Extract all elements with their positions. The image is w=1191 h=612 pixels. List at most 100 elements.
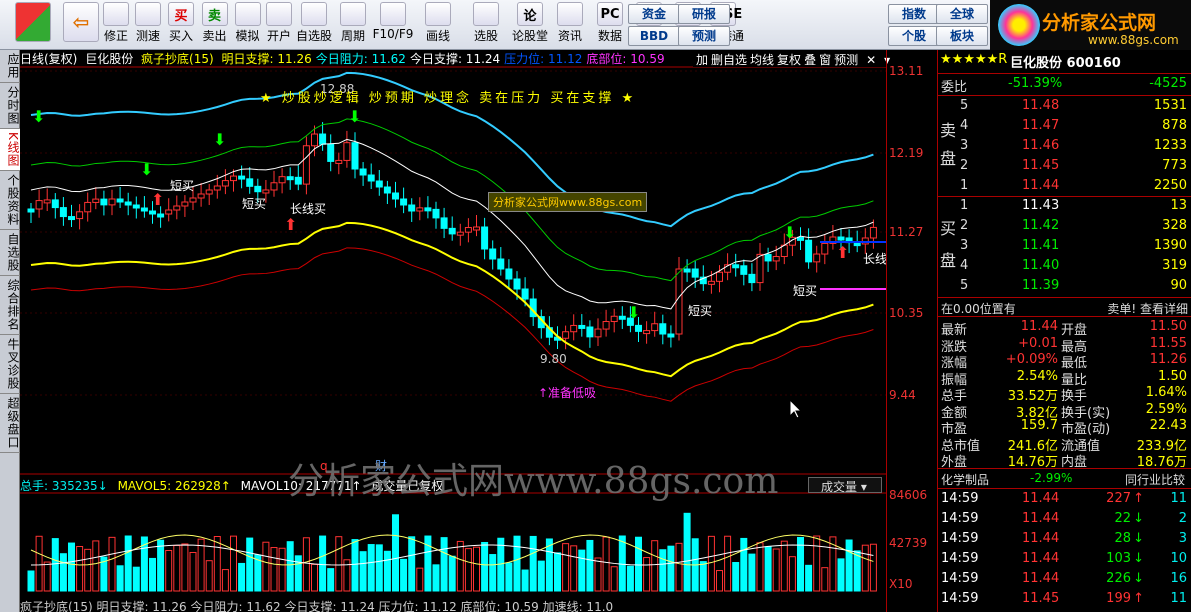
chart-tool-0[interactable]: 加 xyxy=(696,53,708,67)
toolbar-button-3[interactable]: 测速 xyxy=(132,2,164,48)
toolbar-button-2[interactable]: 修正 xyxy=(100,2,132,48)
toolbar-button-9[interactable]: 周期 xyxy=(334,2,372,48)
candle-body xyxy=(286,176,294,181)
sell-price[interactable]: 11.46 xyxy=(1022,138,1059,153)
toolbar-button-5[interactable]: 卖卖出 xyxy=(198,2,231,48)
industry-compare-link[interactable]: 同行业比较 xyxy=(1125,471,1185,488)
volume-bar xyxy=(464,548,472,592)
candle-body xyxy=(489,248,497,260)
chart-tool-5[interactable]: 窗 xyxy=(819,53,831,67)
volume-bar xyxy=(43,561,51,592)
kline-chart[interactable]: ⬇⬇⬇⬇⬇⬇⬆⬆⬆12.889.80↑准备低吸短买短买 长线买短买短买长线财q xyxy=(20,50,886,612)
stat-value: 159.7 xyxy=(1020,418,1058,433)
candle-body xyxy=(124,201,132,206)
volume-bar xyxy=(813,535,821,592)
candle-body xyxy=(732,264,740,269)
chart-tool-6[interactable]: 预测 xyxy=(834,53,858,67)
sidebar-tab-6[interactable]: 牛叉诊股 xyxy=(0,335,20,394)
sell-price[interactable]: 11.45 xyxy=(1022,158,1059,173)
sidebar-tab-0[interactable]: 应用 xyxy=(0,50,20,83)
volume-bar xyxy=(869,543,877,592)
candle-body xyxy=(140,207,148,212)
candle-body xyxy=(813,253,821,263)
chart-tool-3[interactable]: 复权 xyxy=(777,53,801,67)
toolbar-button-8[interactable]: 自选股 xyxy=(294,2,334,48)
window-icon xyxy=(15,2,51,42)
candle-body xyxy=(683,268,691,273)
toolbar-button-13[interactable]: 论论股堂 xyxy=(510,2,550,48)
buy-price[interactable]: 11.42 xyxy=(1022,218,1059,233)
toolbar-button-6[interactable]: 模拟 xyxy=(231,2,264,48)
candle-body xyxy=(586,326,594,338)
volume-bar xyxy=(594,557,602,592)
y-tick-label: 12.19 xyxy=(889,146,924,160)
indicator-name[interactable]: 疯子抄底(15) xyxy=(141,52,214,66)
candle-body xyxy=(772,256,780,262)
volume-bar xyxy=(270,547,278,592)
chart-mode[interactable]: 日线(复权) xyxy=(20,52,77,66)
volume-bar xyxy=(238,562,246,592)
toolbar-button-15[interactable]: PC 数据 xyxy=(590,2,630,48)
sell-price[interactable]: 11.44 xyxy=(1022,178,1059,193)
y-tick-label: 13.11 xyxy=(889,64,924,78)
toolbar-button-4[interactable]: 买买入 xyxy=(164,2,198,48)
sidebar-tab-1[interactable]: 分时图 xyxy=(0,83,20,129)
industry-name[interactable]: 化学制品 xyxy=(941,471,989,488)
sidebar-tab-4[interactable]: 自选股 xyxy=(0,230,20,276)
toolbar-small-button-0[interactable]: 资金 xyxy=(628,4,680,24)
sidebar-tab-3[interactable]: 个股资料 xyxy=(0,171,20,230)
toolbar-button-label: 开户 xyxy=(266,29,291,43)
toolbar-button-0[interactable] xyxy=(4,2,62,48)
volume-bar xyxy=(205,560,213,592)
close-icon[interactable]: ✕ xyxy=(866,53,876,67)
toolbar-button-10[interactable]: F10/F9 xyxy=(372,2,414,48)
toolbar-small-button-4[interactable]: 指数 xyxy=(888,4,940,24)
volume-bar xyxy=(635,536,642,592)
candle-body xyxy=(578,324,586,329)
toolbar-button-12[interactable]: 选股 xyxy=(462,2,510,48)
volume-select[interactable]: 成交量 ▾ xyxy=(808,477,882,494)
volume-bar xyxy=(124,535,132,592)
sell-level: 3 xyxy=(960,138,969,153)
view-detail-link[interactable]: 卖单! 查看详细 xyxy=(1107,300,1188,317)
chart-tool-2[interactable]: 均线 xyxy=(750,53,774,67)
sidebar-tab-5[interactable]: 综合排名 xyxy=(0,276,20,335)
toolbar-button-11[interactable]: 画线 xyxy=(414,2,462,48)
buy-volume: 319 xyxy=(1162,258,1187,273)
volume-bar xyxy=(213,536,221,592)
toolbar-small-button-5[interactable]: 全球 xyxy=(936,4,988,24)
sell-price[interactable]: 11.47 xyxy=(1022,118,1059,133)
arrow-up-icon: ↑ xyxy=(1133,591,1144,606)
tick-time: 14:59 xyxy=(941,531,979,546)
candle-body xyxy=(205,189,213,195)
toolbar-button-14[interactable]: 资讯 xyxy=(550,2,590,48)
buy-price[interactable]: 11.41 xyxy=(1022,238,1059,253)
toolbar-button-7[interactable]: 开户 xyxy=(264,2,294,48)
sidebar-tab-7[interactable]: 超级盘口 xyxy=(0,394,20,453)
volume-bar xyxy=(845,539,853,592)
toolbar-small-button-6[interactable]: 个股 xyxy=(888,26,940,46)
buy-price[interactable]: 11.43 xyxy=(1022,198,1059,213)
toolbar-button-1[interactable]: ⇦ xyxy=(62,2,100,48)
sell-volume: 1531 xyxy=(1153,98,1187,113)
candle-body xyxy=(319,133,327,145)
toolbar-button-label: 买入 xyxy=(168,29,193,43)
toolbar-small-button-2[interactable]: BBD xyxy=(628,26,680,46)
volume-bar xyxy=(489,554,497,592)
toolbar-small-button-7[interactable]: 板块 xyxy=(936,26,988,46)
candle-body xyxy=(740,265,748,275)
chart-tool-1[interactable]: 删自选 xyxy=(711,53,747,67)
tick-volume: 227 xyxy=(1106,491,1131,506)
candle-body xyxy=(351,142,359,170)
buy-price[interactable]: 11.40 xyxy=(1022,258,1059,273)
toolbar-small-button-1[interactable]: 研报 xyxy=(678,4,730,24)
buy-price[interactable]: 11.39 xyxy=(1022,278,1059,293)
candle-body xyxy=(165,209,173,215)
sell-price[interactable]: 11.48 xyxy=(1022,98,1059,113)
chart-tool-4[interactable]: 叠 xyxy=(804,53,816,67)
industry-pct: -2.99% xyxy=(1030,471,1073,485)
bottom-indicator-text: 疯子抄底(15) 明日支撑: 11.26 今日阻力: 11.62 今日支撑: 1… xyxy=(20,600,614,612)
sidebar-tab-2[interactable]: K线图 xyxy=(0,129,20,171)
volume-bar xyxy=(416,567,424,592)
toolbar-small-button-3[interactable]: 预测 xyxy=(678,26,730,46)
